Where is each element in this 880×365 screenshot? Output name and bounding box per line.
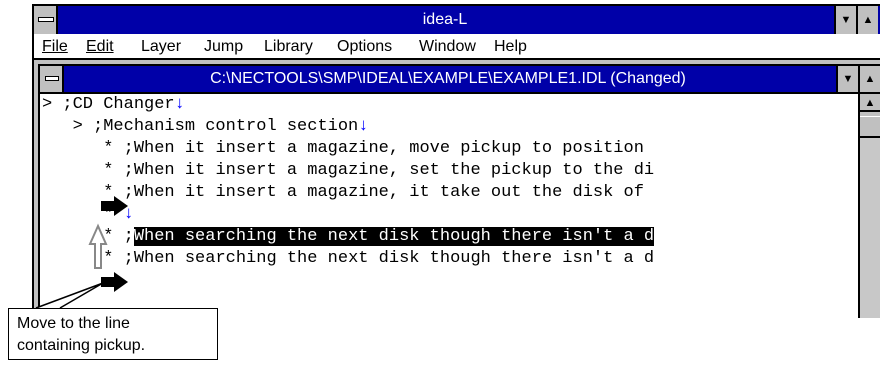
newline-mark-icon: ↓ [123, 205, 134, 224]
arrow-down-icon: ▼ [840, 14, 852, 26]
document-title: C:\NECTOOLS\SMP\IDEAL\EXAMPLE\EXAMPLE1.I… [210, 70, 686, 87]
outline-line[interactable]: * ;When it insert a magazine, set the pi… [42, 160, 654, 182]
system-menu-icon [38, 17, 54, 22]
selected-text: When searching the next disk though ther… [133, 227, 655, 246]
scroll-up-button[interactable]: ▲ [860, 94, 880, 112]
menu-library[interactable]: Library [264, 38, 313, 56]
menu-window[interactable]: Window [419, 38, 476, 56]
document-system-menu-button[interactable] [40, 66, 64, 92]
callout-text-line1: Move to the line [17, 315, 130, 332]
callout-box: Move to the line containing pickup. [8, 308, 218, 360]
system-menu-icon [45, 76, 59, 81]
arrow-up-icon: ▲ [864, 73, 876, 85]
outline-line[interactable]: > ;Mechanism control section↓ [42, 116, 369, 138]
window-title: idea-L [422, 11, 468, 28]
maximize-button[interactable]: ▲ [856, 6, 878, 34]
window-titlebar[interactable]: idea-L ▼ ▲ [34, 6, 880, 34]
menu-bar: File Edit Layer Jump Library Options Win… [34, 34, 880, 60]
arrow-down-icon: ▼ [842, 73, 854, 85]
arrow-up-icon: ▲ [864, 97, 876, 109]
menu-file[interactable]: File [42, 38, 68, 56]
newline-mark-icon: ↓ [174, 95, 185, 114]
scroll-track[interactable] [860, 138, 880, 318]
outline-line[interactable]: * ;When it insert a magazine, move picku… [42, 138, 654, 160]
arrow-up-icon: ▲ [862, 14, 874, 26]
outline-editor[interactable]: > ;CD Changer↓ > ;Mechanism control sect… [40, 92, 858, 318]
menu-options[interactable]: Options [337, 38, 392, 56]
document-maximize-button[interactable]: ▲ [858, 66, 880, 92]
document-window: C:\NECTOOLS\SMP\IDEAL\EXAMPLE\EXAMPLE1.I… [38, 64, 880, 318]
outline-line[interactable]: * ↓ [42, 204, 134, 226]
system-menu-button[interactable] [34, 6, 58, 34]
vertical-scrollbar[interactable]: ▲ [858, 92, 880, 318]
menu-edit[interactable]: Edit [86, 38, 114, 56]
minimize-button[interactable]: ▼ [834, 6, 856, 34]
main-window: idea-L ▼ ▲ File Edit Layer Jump Library … [32, 4, 880, 318]
menu-layer[interactable]: Layer [141, 38, 181, 56]
document-titlebar[interactable]: C:\NECTOOLS\SMP\IDEAL\EXAMPLE\EXAMPLE1.I… [40, 66, 880, 92]
scroll-thumb[interactable] [860, 116, 880, 138]
document-minimize-button[interactable]: ▼ [836, 66, 858, 92]
callout-text-line2: containing pickup. [17, 337, 146, 354]
outline-line[interactable]: * ;When it insert a magazine, it take ou… [42, 182, 654, 204]
outline-line[interactable]: * ;When searching the next disk though t… [42, 248, 654, 270]
outline-line-selected[interactable]: * ;When searching the next disk though t… [42, 226, 655, 248]
menu-jump[interactable]: Jump [204, 38, 243, 56]
outline-line[interactable]: > ;CD Changer↓ [42, 94, 185, 116]
menu-help[interactable]: Help [494, 38, 527, 56]
newline-mark-icon: ↓ [358, 117, 369, 136]
